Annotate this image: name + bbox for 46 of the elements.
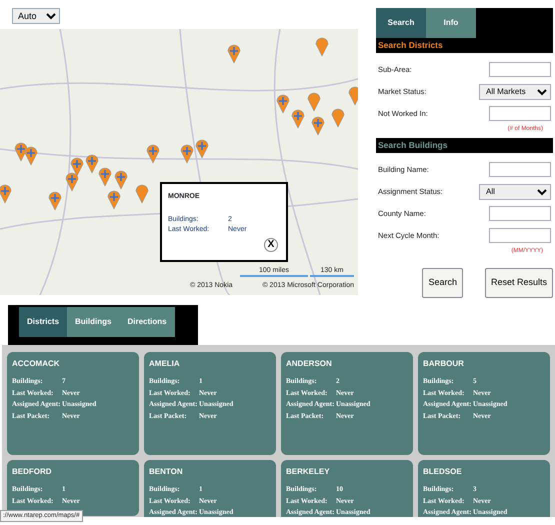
district-name: ANDERSON: [286, 358, 333, 370]
district-name: BARBOUR: [423, 358, 465, 370]
district-name: BLEDSOE: [423, 466, 463, 478]
map-pin-icon[interactable]: [108, 190, 120, 210]
map-pin-icon[interactable]: [136, 184, 148, 204]
map-pin-icon[interactable]: [48, 192, 62, 210]
map-pin-icon[interactable]: [332, 108, 344, 128]
section-header: Search Districts: [376, 38, 553, 53]
panel-tab[interactable]: Search: [376, 8, 426, 38]
district-name: BEDFORD: [12, 466, 53, 478]
map-pin-icon[interactable]: [24, 146, 38, 166]
input-field[interactable]: [489, 62, 551, 78]
map-pin-icon[interactable]: [0, 184, 12, 204]
district-name: BENTON: [149, 466, 184, 478]
map-pin-icon[interactable]: [316, 38, 328, 56]
input-field[interactable]: [489, 106, 551, 122]
select-field[interactable]: All Markets: [479, 84, 551, 100]
results-tab[interactable]: Districts: [19, 307, 68, 337]
results-tab[interactable]: Buildings: [67, 307, 120, 337]
map-pin-icon[interactable]: [180, 144, 194, 164]
map-pin-icon[interactable]: [348, 86, 358, 106]
district-name: ACCOMACK: [12, 358, 61, 370]
action-button[interactable]: Search: [422, 268, 463, 298]
map-pin-icon[interactable]: [228, 44, 240, 64]
map-pin-icon[interactable]: [196, 140, 208, 158]
close-button[interactable]: X: [264, 238, 278, 252]
map-pin-icon[interactable]: [114, 170, 128, 190]
section-header: Search Buildings: [376, 138, 553, 152]
zoom-select[interactable]: Auto: [12, 8, 60, 24]
district-name: BERKELEY: [286, 466, 331, 478]
select-field[interactable]: All: [479, 184, 551, 200]
map-pin-icon[interactable]: [98, 168, 112, 186]
map-pin-icon[interactable]: [86, 154, 98, 174]
input-field[interactable]: [489, 228, 551, 243]
district-name: AMELIA: [149, 358, 181, 370]
input-field[interactable]: [489, 162, 551, 177]
action-button[interactable]: Reset Results: [484, 268, 553, 298]
map-pin-icon[interactable]: [66, 172, 78, 192]
map-pin-icon[interactable]: [308, 92, 320, 112]
map-pin-icon[interactable]: [146, 144, 160, 164]
map-pin-icon[interactable]: [276, 94, 290, 114]
map-pin-icon[interactable]: [292, 110, 304, 128]
input-field[interactable]: [489, 206, 551, 221]
map-pin-icon[interactable]: [312, 116, 324, 136]
panel-tab[interactable]: Info: [426, 8, 476, 38]
results-tab[interactable]: Directions: [119, 307, 175, 337]
